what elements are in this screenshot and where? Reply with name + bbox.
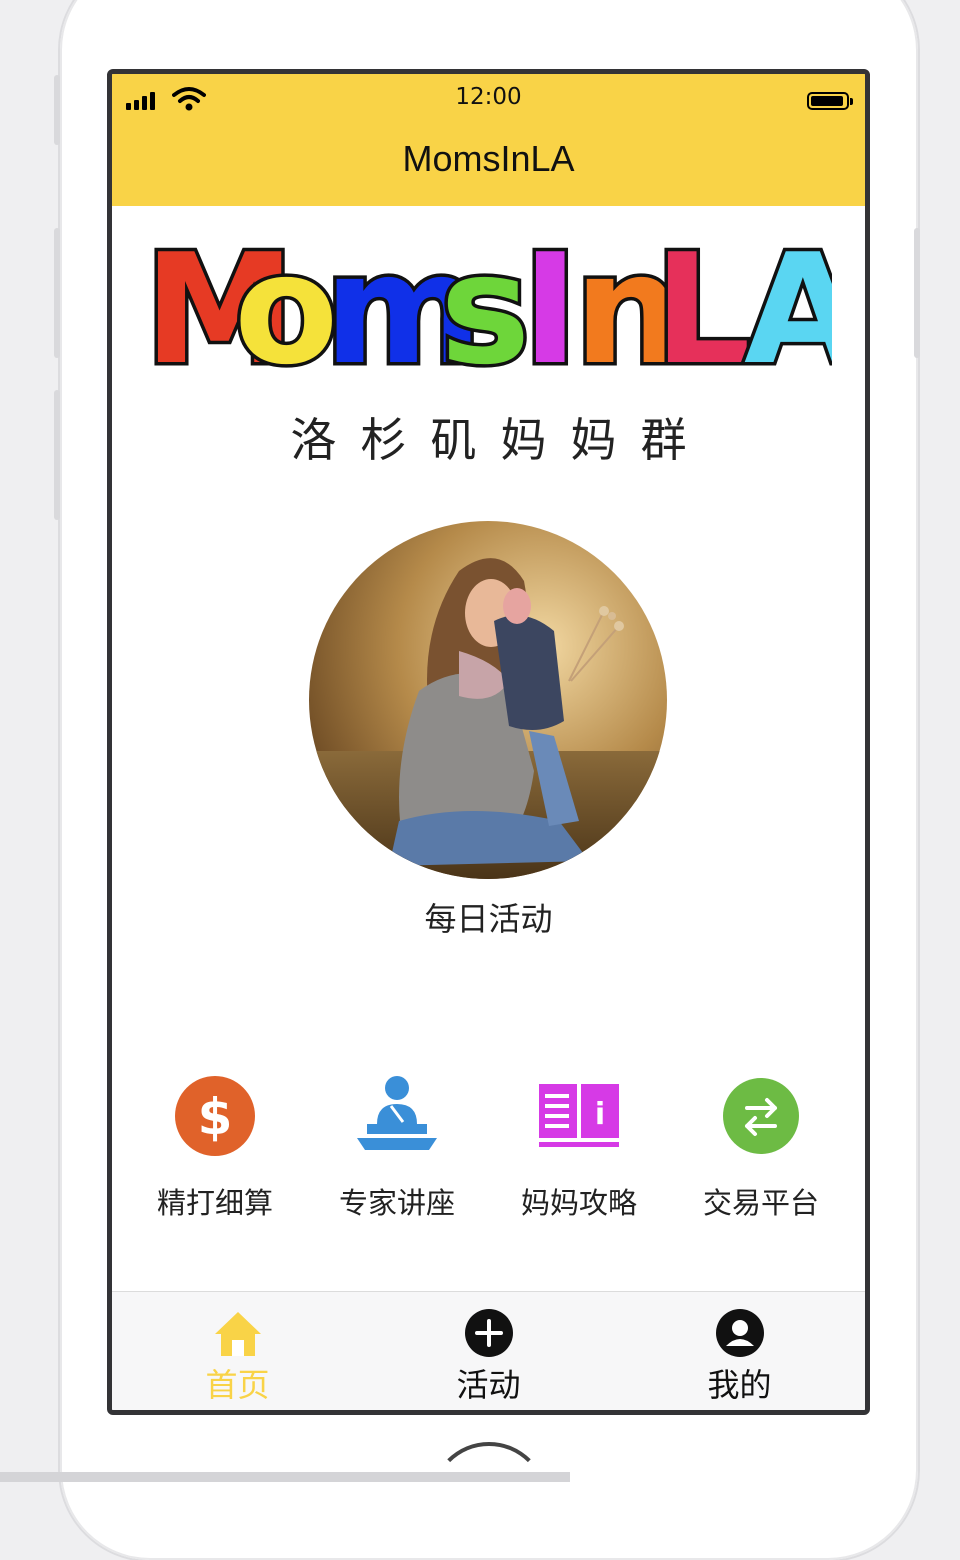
guide-book-icon: i — [537, 1074, 621, 1158]
logo-letter: L — [654, 232, 751, 382]
page-title: MomsInLA — [402, 138, 575, 179]
feature-label: 专家讲座 — [338, 1186, 455, 1220]
phone-side-button — [914, 228, 920, 358]
logo-letter: o — [234, 232, 338, 382]
svg-text:$: $ — [198, 1088, 233, 1146]
phone-side-button — [54, 75, 60, 145]
tab-bar: 首页 活动 我的 — [112, 1291, 865, 1410]
nav-bar: MomsInLA — [112, 126, 865, 206]
tab-label: 活动 — [456, 1366, 521, 1404]
dollar-icon: $ — [173, 1074, 257, 1158]
phone-screen: 12:00 MomsInLA MomsInLA 洛杉矶妈妈群 — [107, 69, 870, 1415]
feature-label: 精打细算 — [156, 1186, 273, 1220]
tab-home[interactable]: 首页 — [128, 1292, 348, 1410]
add-circle-icon — [464, 1309, 513, 1357]
tab-profile[interactable]: 我的 — [630, 1292, 850, 1410]
phone-home-button[interactable] — [430, 1442, 548, 1560]
tab-label: 首页 — [205, 1366, 270, 1404]
feature-mom-guide[interactable]: i 妈妈攻略 — [494, 1074, 664, 1222]
phone-side-button — [54, 228, 60, 358]
tab-activities[interactable]: 活动 — [379, 1292, 599, 1410]
logo-subtitle: 洛杉矶妈妈群 — [290, 413, 711, 467]
lecture-icon — [355, 1074, 439, 1158]
featured-activity-caption[interactable]: 每日活动 — [112, 894, 865, 940]
logo-letter: s — [440, 232, 530, 382]
feature-trade-platform[interactable]: 交易平台 — [676, 1074, 846, 1222]
battery-level — [811, 96, 844, 106]
feature-budget[interactable]: $ 精打细算 — [130, 1074, 300, 1222]
app-logo: MomsInLA — [144, 232, 832, 382]
tab-label: 我的 — [707, 1366, 772, 1404]
feature-label: 交易平台 — [702, 1186, 819, 1220]
mother-child-image — [309, 521, 667, 879]
battery-icon — [807, 92, 853, 110]
feature-grid: $ 精打细算 专家讲座 i 妈妈攻略 交易平台 — [130, 1074, 846, 1222]
phone-side-button — [54, 390, 60, 520]
logo-letter: I — [522, 232, 579, 382]
svg-text:i: i — [595, 1097, 605, 1132]
exchange-icon — [719, 1074, 803, 1158]
user-icon — [715, 1309, 764, 1357]
logo-letter: A — [744, 232, 832, 382]
bottom-divider — [0, 1472, 570, 1482]
featured-activity-photo[interactable] — [309, 521, 667, 879]
feature-label: 妈妈攻略 — [520, 1186, 637, 1220]
feature-expert-lecture[interactable]: 专家讲座 — [312, 1074, 482, 1222]
status-bar: 12:00 — [112, 74, 865, 126]
status-time: 12:00 — [455, 84, 522, 110]
home-icon — [214, 1312, 261, 1356]
